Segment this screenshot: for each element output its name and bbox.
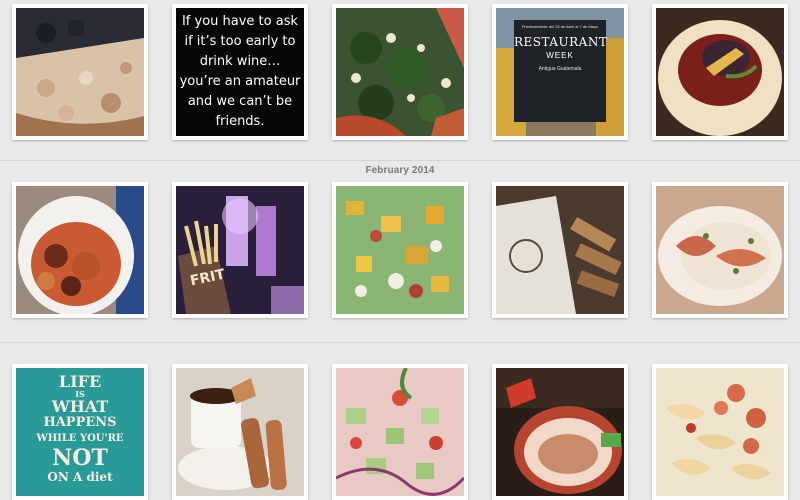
photo-tile-pasta[interactable] [652,364,788,500]
life-line-3: WHAT [51,397,109,416]
photo-spinach-pizza [336,8,464,136]
photo-tile-spinach-pizza[interactable] [332,4,468,140]
photo-pizza [16,8,144,136]
photo-tile-pizza[interactable] [12,4,148,140]
photo-ceviche [336,368,464,496]
life-line-6: NOT [52,445,108,471]
photo-salad [336,186,464,314]
section-divider [0,160,800,161]
poster-city: Antigua Guatemala [538,66,582,72]
restaurant-week-poster: Próximamente del 23 de Abril al 7 de May… [514,20,608,122]
photo-tile-life-poster[interactable]: LIFE IS WHAT HAPPENS WHILE YOU'RE NOT ON… [12,364,148,500]
photo-tile-fries[interactable]: FRIT [172,182,308,318]
photo-tile-churros-bag[interactable] [492,182,628,318]
photo-calamari [16,186,144,314]
photo-chocolate-churros [176,368,304,496]
life-poster-text: LIFE IS WHAT HAPPENS WHILE YOU'RE NOT ON… [24,374,136,485]
photo-tile-calamari[interactable] [12,182,148,318]
poster-title: RESTAURANT [514,35,608,49]
photo-fries: FRIT [176,186,304,314]
photo-soup [496,368,624,496]
life-line-4: HAPPENS [43,415,117,430]
photo-pasta [656,368,784,496]
wine-quote-text: If you have to ask if it’s too early to … [176,8,304,136]
photo-tile-restaurant-week[interactable]: Próximamente del 23 de Abril al 7 de May… [492,4,628,140]
photo-churros-bag [496,186,624,314]
photo-tile-salad[interactable] [332,182,468,318]
photo-row-1: If you have to ask if it’s too early to … [0,0,800,142]
photo-tile-chocolate-churros[interactable] [172,364,308,500]
photo-row-2: FRIT [0,178,800,324]
row-divider [0,342,800,343]
photo-tile-soup[interactable] [492,364,628,500]
life-line-1: LIFE [58,372,102,391]
photo-dessert [656,8,784,136]
section-month-label: February 2014 [365,165,435,176]
photo-restaurant-week: Próximamente del 23 de Abril al 7 de May… [496,8,624,136]
poster-subtitle: WEEK [546,51,574,60]
photo-shrimp [656,186,784,314]
poster-dates: Próximamente del 23 de Abril al 7 de May… [521,24,599,29]
photo-wine-quote: If you have to ask if it’s too early to … [176,8,304,136]
photo-tile-ceviche[interactable] [332,364,468,500]
photo-tile-wine-quote[interactable]: If you have to ask if it’s too early to … [172,4,308,140]
photo-life-poster: LIFE IS WHAT HAPPENS WHILE YOU'RE NOT ON… [16,368,144,496]
photo-tile-shrimp[interactable] [652,182,788,318]
life-line-7: ON A diet [47,470,113,484]
photo-row-3: LIFE IS WHAT HAPPENS WHILE YOU'RE NOT ON… [0,360,800,500]
photo-tile-dessert[interactable] [652,4,788,140]
